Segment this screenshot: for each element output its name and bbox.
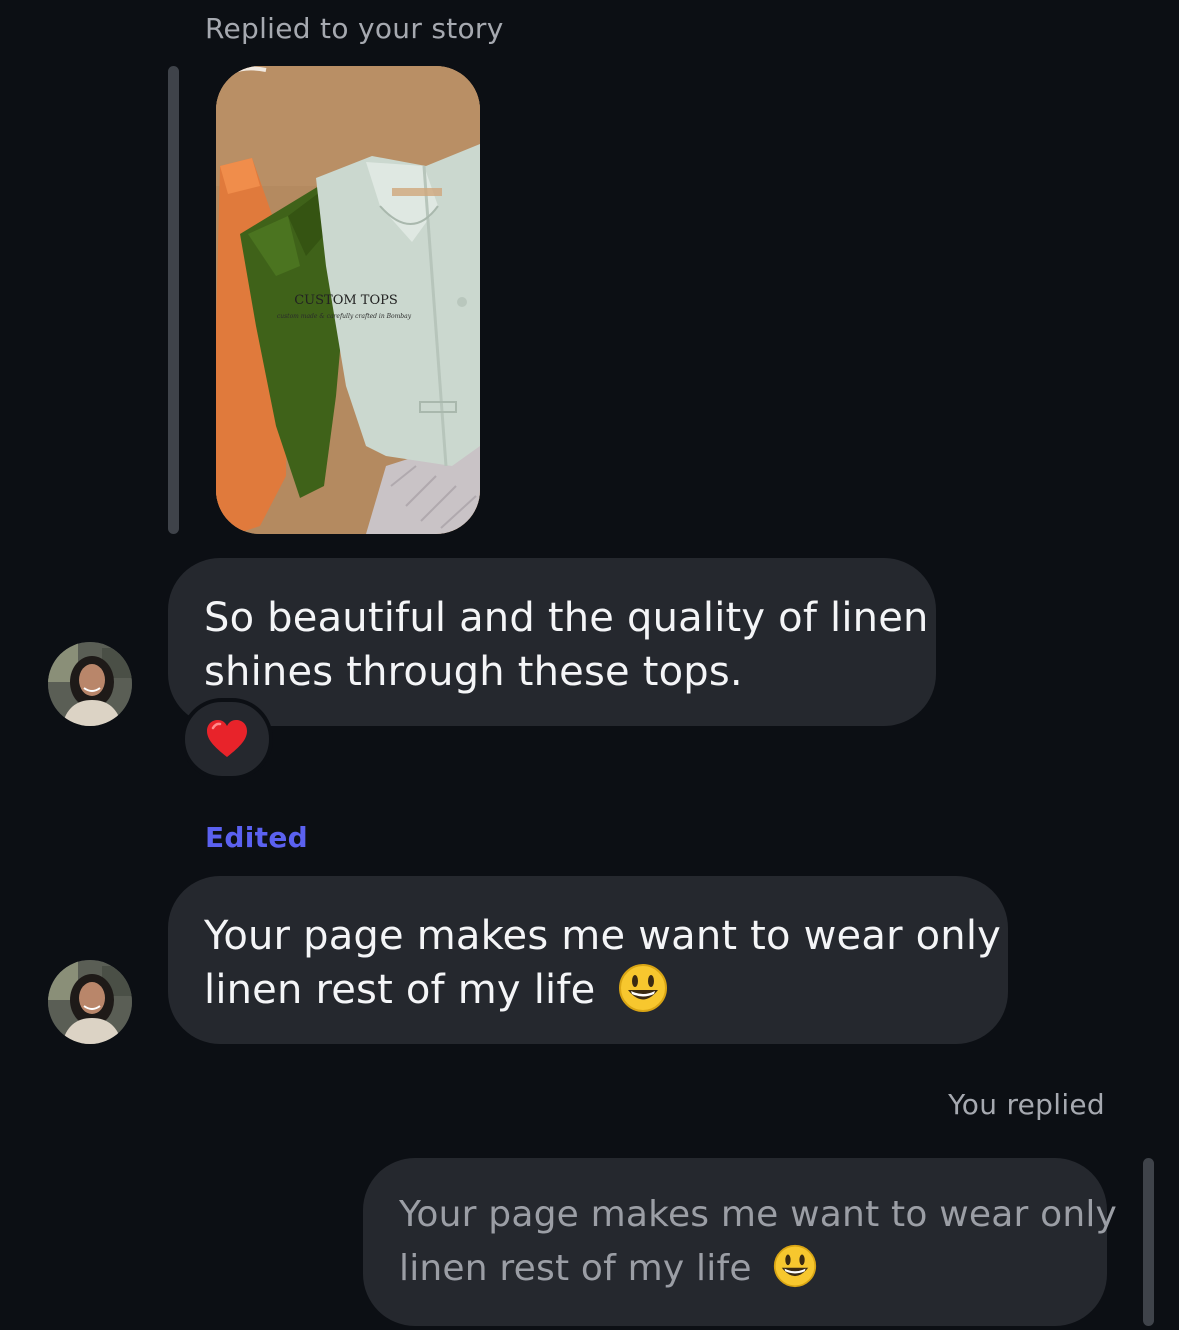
quoted-reply-bubble[interactable]: Your page makes me want to wear only lin…	[363, 1158, 1118, 1326]
avatar-photo	[48, 642, 132, 726]
quoted-text-line: linen rest of my life	[399, 1248, 752, 1289]
story-thumbnail[interactable]: CUSTOM TOPS custom made & carefully craf…	[216, 66, 480, 534]
quoted-text-line: Your page makes me want to wear only	[399, 1194, 1118, 1235]
you-replied-label: You replied	[948, 1088, 1105, 1121]
story-caption: CUSTOM TOPS	[294, 293, 398, 308]
message-bubble[interactable]: So beautiful and the quality of linen sh…	[168, 558, 936, 726]
story-reply-indicator	[168, 66, 179, 534]
heart-icon	[207, 720, 247, 757]
chat-thread: Replied to your story CUSTOM TOPS custom…	[0, 0, 1179, 1330]
message-text-line: So beautiful and the quality of linen	[204, 595, 929, 641]
edited-label: Edited	[205, 821, 308, 854]
message-text-line: shines through these tops.	[204, 649, 743, 695]
reply-indicator	[1143, 1158, 1154, 1326]
message-reaction[interactable]	[181, 698, 273, 780]
story-tagline: custom made & carefully crafted in Bomba…	[277, 313, 412, 320]
smiley-icon	[774, 1244, 817, 1288]
smiley-icon	[619, 964, 668, 1012]
message-text-line: Your page makes me want to wear only	[204, 913, 1002, 959]
avatar-photo	[48, 960, 132, 1044]
story-reply-label: Replied to your story	[205, 12, 504, 45]
avatar[interactable]	[48, 960, 132, 1044]
avatar[interactable]	[48, 642, 132, 726]
story-image: CUSTOM TOPS custom made & carefully craf…	[216, 66, 480, 534]
message-bubble[interactable]: Your page makes me want to wear only lin…	[168, 876, 1008, 1044]
message-text-line: linen rest of my life	[204, 967, 596, 1013]
